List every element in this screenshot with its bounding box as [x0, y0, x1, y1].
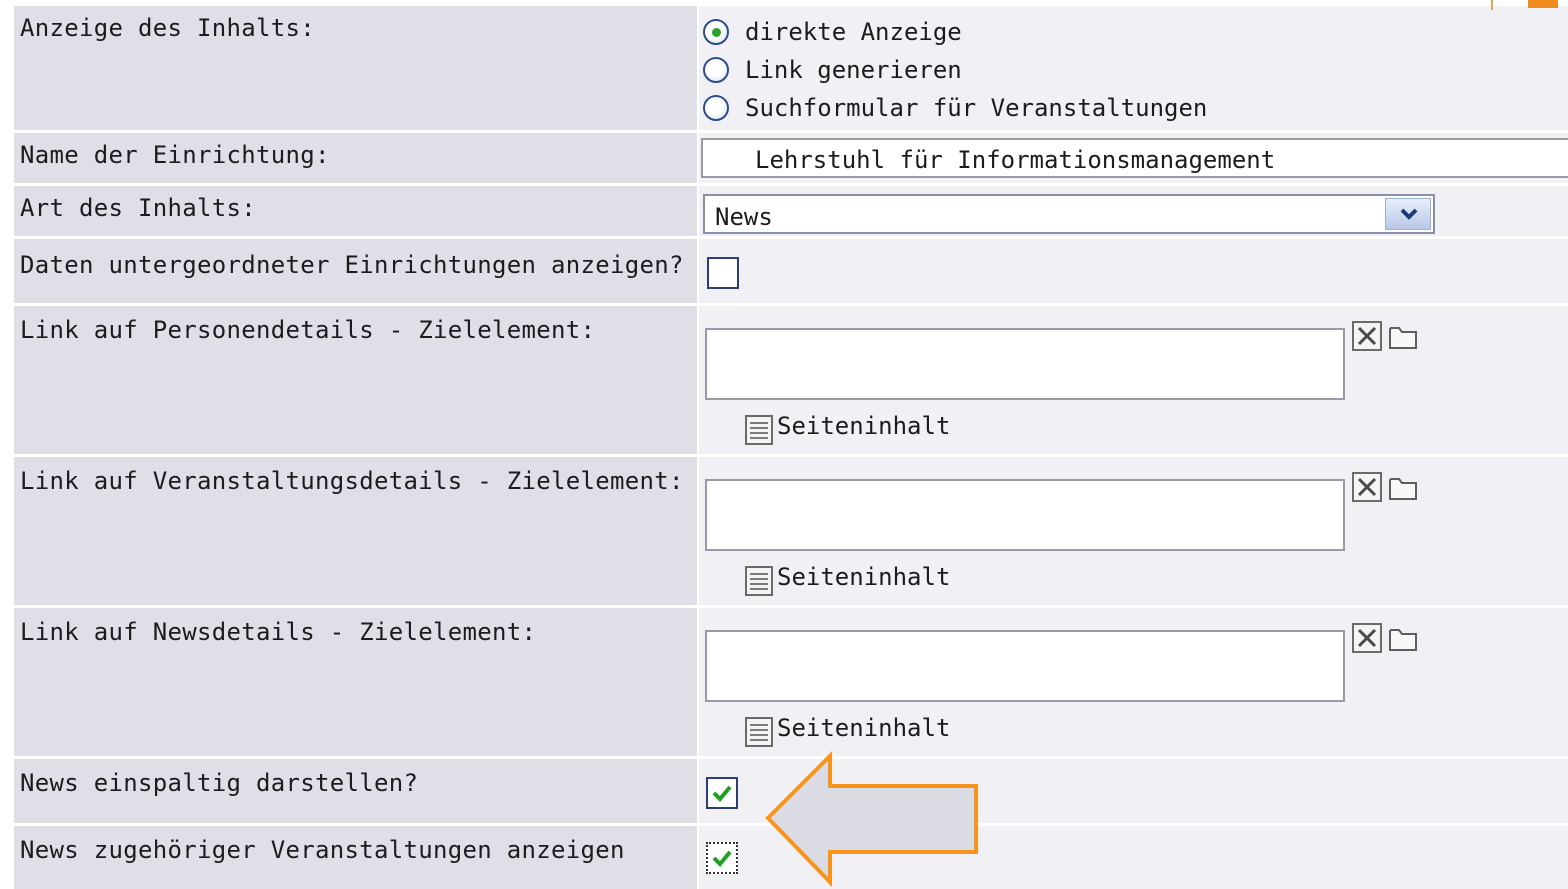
link-news-label: Link auf Newsdetails - Zielelement: [14, 608, 697, 756]
folder-icon[interactable] [1387, 622, 1419, 654]
clear-icon[interactable] [1351, 622, 1383, 654]
radio-button-search[interactable] [703, 95, 729, 121]
row-institution: Name der Einrichtung: Lehrstuhl für Info… [0, 133, 1568, 183]
institution-label: Name der Einrichtung: [14, 133, 697, 183]
news-events-checkbox[interactable] [706, 842, 738, 874]
clear-icon[interactable] [1351, 471, 1383, 503]
content-display-label: Anzeige des Inhalts: [14, 6, 697, 130]
row-content-type: Art des Inhalts: News [0, 186, 1568, 236]
link-person-field: Seiteninhalt [699, 306, 1568, 454]
radio-selected-dot [712, 28, 721, 37]
row-content-display: Anzeige des Inhalts: direkte Anzeige Lin… [0, 6, 1568, 130]
radio-label-link[interactable]: Link generieren [745, 56, 962, 84]
institution-field: Lehrstuhl für Informationsmanagement [699, 133, 1568, 183]
dropdown-button[interactable] [1385, 198, 1431, 230]
row-link-person: Link auf Personendetails - Zielelement: [0, 306, 1568, 454]
row-link-news: Link auf Newsdetails - Zielelement: Seit… [0, 608, 1568, 756]
news-events-field [699, 826, 1568, 889]
link-news-field: Seiteninhalt [699, 608, 1568, 756]
row-link-event: Link auf Veranstaltungsdetails - Zielele… [0, 457, 1568, 605]
content-display-field: direkte Anzeige Link generieren Suchform… [699, 6, 1568, 130]
folder-icon[interactable] [1387, 320, 1419, 352]
link-event-input[interactable] [705, 479, 1345, 551]
page-icon [745, 566, 773, 596]
link-person-label: Link auf Personendetails - Zielelement: [14, 306, 697, 454]
link-person-input[interactable] [705, 328, 1345, 400]
content-type-selected-value: News [715, 203, 773, 231]
page-content-link-label[interactable]: Seiteninhalt [777, 714, 950, 742]
link-news-input[interactable] [705, 630, 1345, 702]
news-single-column-label: News einspaltig darstellen? [14, 759, 697, 823]
corner-decoration [1491, 0, 1558, 10]
chevron-down-icon [1400, 208, 1418, 220]
link-event-label: Link auf Veranstaltungsdetails - Zielele… [14, 457, 697, 605]
sub-institutions-checkbox[interactable] [707, 257, 739, 289]
content-type-select[interactable]: News [703, 194, 1435, 234]
radio-label-direct[interactable]: direkte Anzeige [745, 18, 962, 46]
sub-institutions-field [699, 239, 1568, 303]
content-type-field: News [699, 186, 1568, 236]
content-type-label: Art des Inhalts: [14, 186, 697, 236]
folder-icon[interactable] [1387, 471, 1419, 503]
clear-icon[interactable] [1351, 320, 1383, 352]
radio-button-direct[interactable] [703, 19, 729, 45]
sub-institutions-label: Daten untergeordneter Einrichtungen anze… [14, 239, 697, 303]
news-single-column-checkbox[interactable] [706, 777, 738, 809]
news-events-label: News zugehöriger Veranstaltungen anzeige… [14, 826, 697, 889]
checkmark-icon [712, 785, 732, 802]
news-single-column-field [699, 759, 1568, 823]
page-icon [745, 415, 773, 445]
institution-input[interactable]: Lehrstuhl für Informationsmanagement [701, 138, 1568, 178]
row-sub-institutions: Daten untergeordneter Einrichtungen anze… [0, 239, 1568, 303]
link-event-field: Seiteninhalt [699, 457, 1568, 605]
page-content-link-label[interactable]: Seiteninhalt [777, 412, 950, 440]
row-news-single-column: News einspaltig darstellen? [0, 759, 1568, 823]
radio-button-link[interactable] [703, 57, 729, 83]
radio-label-search[interactable]: Suchformular für Veranstaltungen [745, 94, 1207, 122]
institution-input-value: Lehrstuhl für Informationsmanagement [755, 146, 1276, 174]
page-content-link-label[interactable]: Seiteninhalt [777, 563, 950, 591]
page-icon [745, 717, 773, 747]
row-news-events: News zugehöriger Veranstaltungen anzeige… [0, 826, 1568, 889]
checkmark-icon [712, 850, 732, 867]
content-settings-form: Anzeige des Inhalts: direkte Anzeige Lin… [0, 0, 1568, 889]
